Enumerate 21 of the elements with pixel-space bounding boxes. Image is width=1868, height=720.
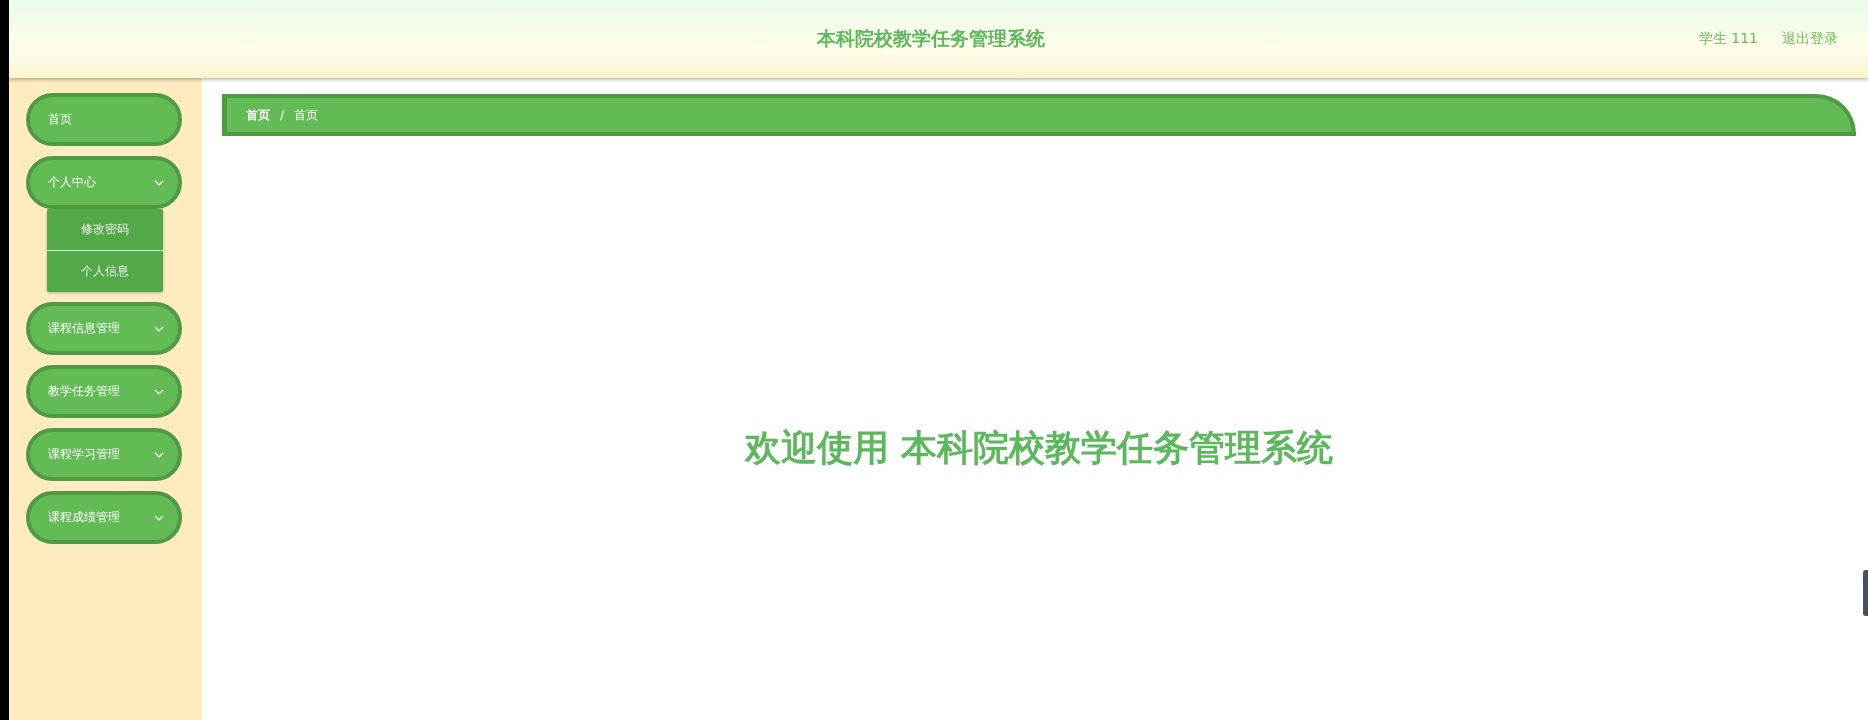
sidebar-item[interactable]: 课程成绩管理: [26, 491, 182, 544]
sidebar-item[interactable]: 首页: [26, 93, 182, 146]
sidebar-item[interactable]: 教学任务管理: [26, 365, 182, 418]
logout-link[interactable]: 退出登录: [1782, 30, 1838, 48]
breadcrumb-item[interactable]: 首页: [246, 106, 270, 124]
sidebar-item[interactable]: 个人中心: [26, 156, 182, 209]
chevron-down-icon: [154, 388, 164, 395]
chevron-down-icon: [154, 514, 164, 521]
sidebar-item[interactable]: 课程信息管理: [26, 302, 182, 355]
chevron-down-icon: [154, 179, 164, 186]
welcome-heading: 欢迎使用 本科院校教学任务管理系统: [744, 425, 1334, 470]
submenu-item[interactable]: 个人信息: [47, 250, 163, 292]
submenu-item[interactable]: 修改密码: [47, 209, 163, 250]
sidebar-item[interactable]: 课程学习管理: [26, 428, 182, 481]
app-title: 本科院校教学任务管理系统: [816, 26, 1045, 51]
chevron-down-icon: [154, 325, 164, 332]
breadcrumb-item: 首页: [294, 106, 319, 124]
breadcrumb-separator: /: [280, 108, 285, 122]
scroll-handle[interactable]: [1863, 570, 1868, 616]
chevron-down-icon: [154, 451, 164, 458]
user-name: 学生 111: [1698, 30, 1758, 48]
